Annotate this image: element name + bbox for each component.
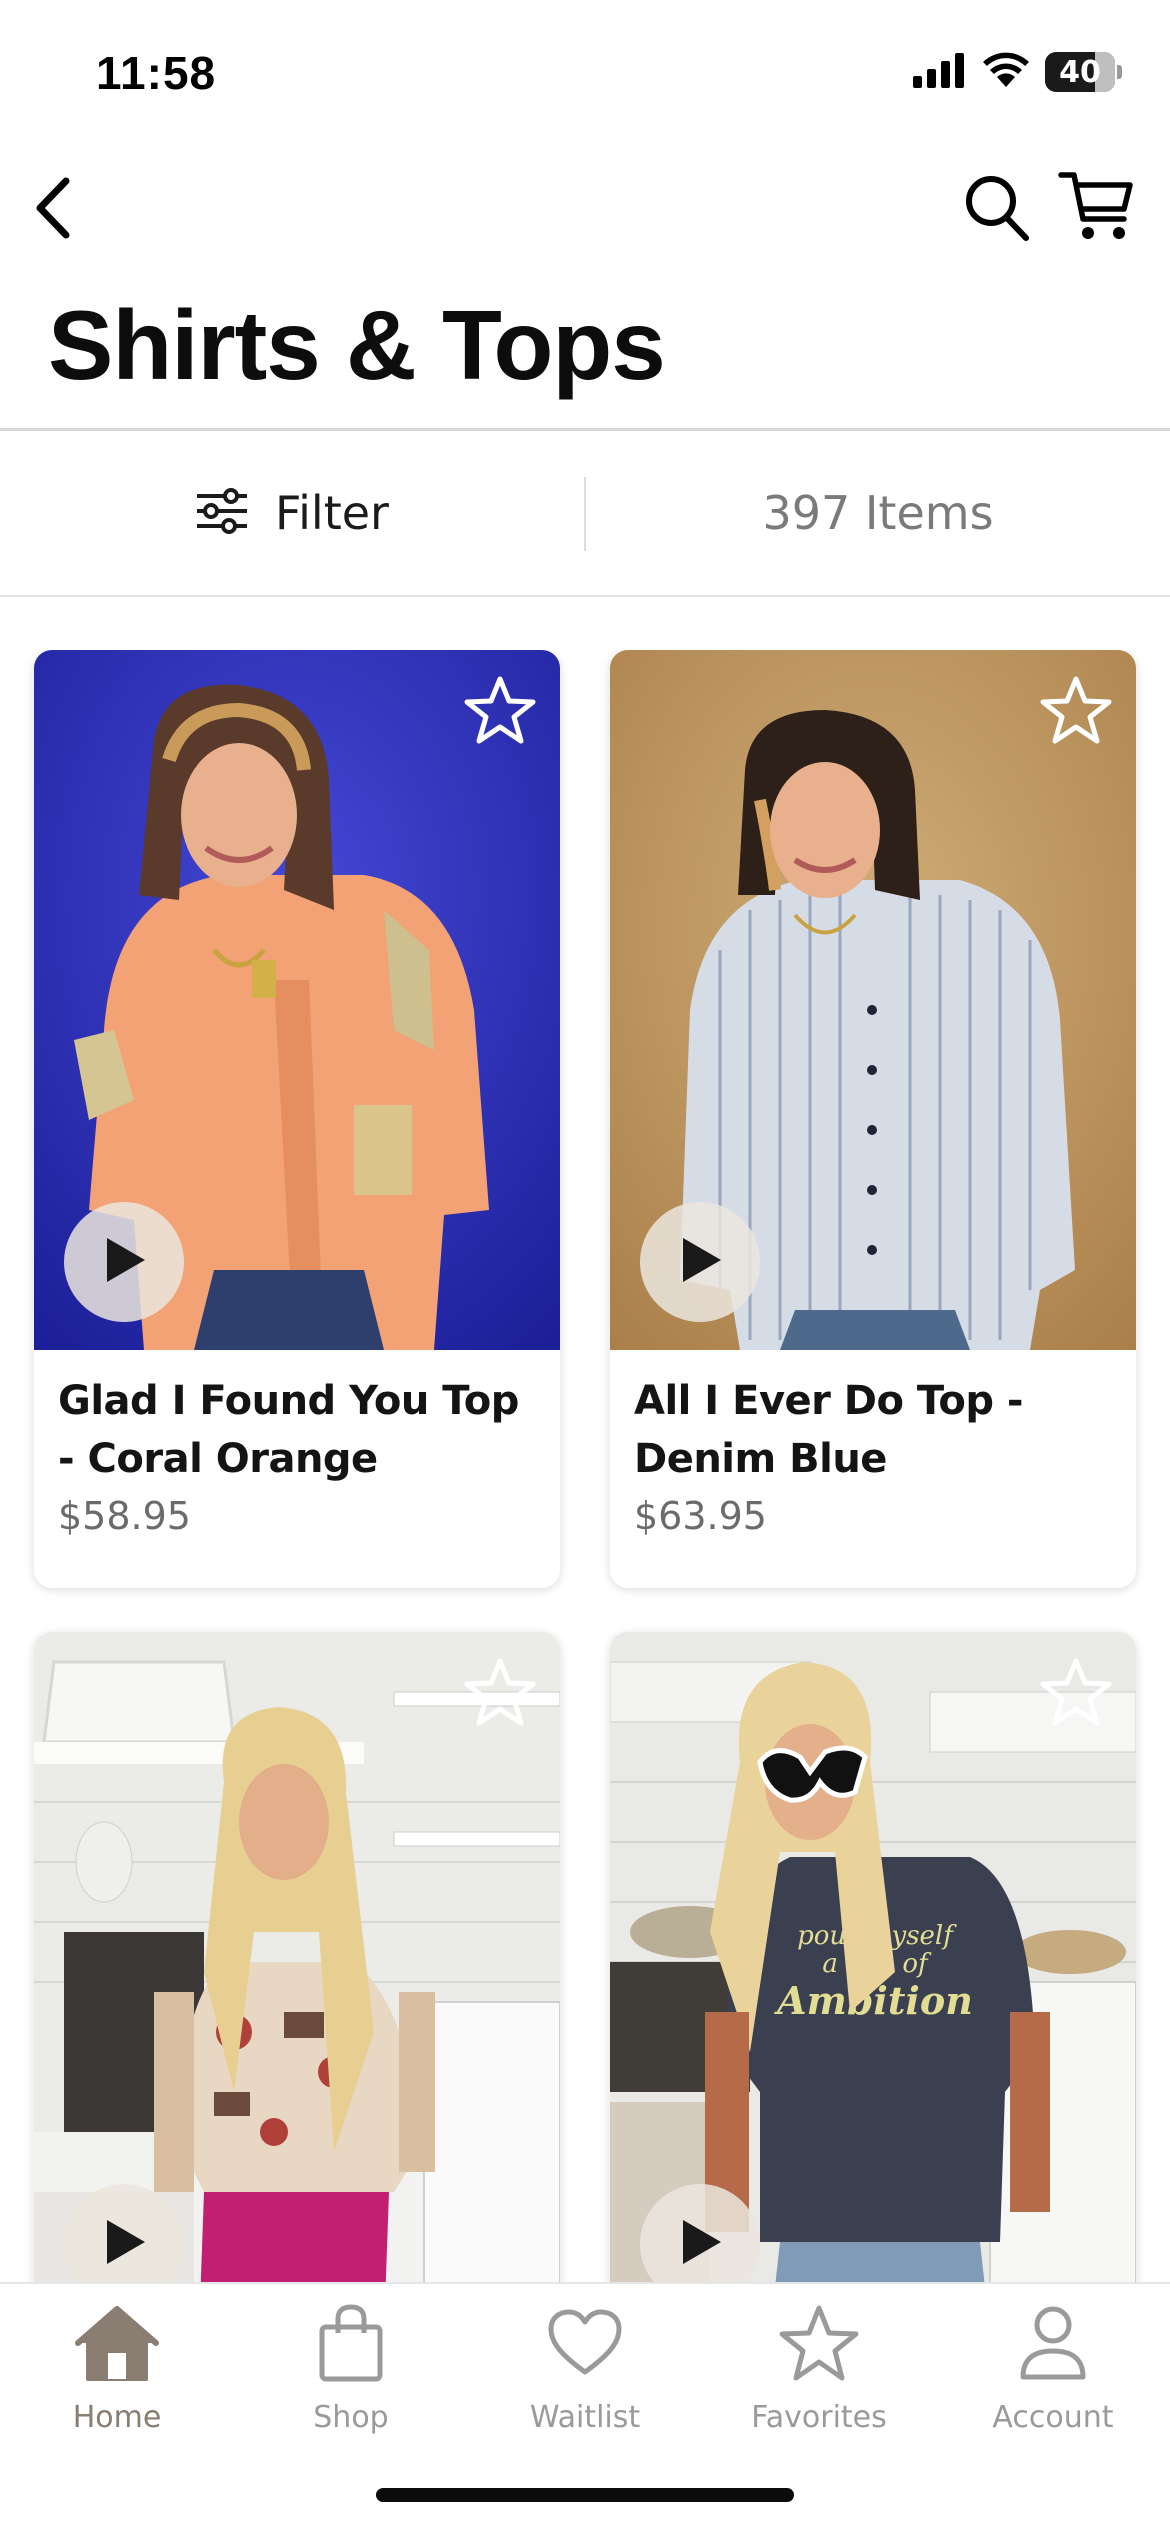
sliders-icon <box>195 487 249 539</box>
star-icon <box>774 2298 864 2388</box>
cellular-signal-icon <box>913 52 967 93</box>
play-icon <box>675 2216 725 2273</box>
star-icon <box>1040 1657 1112 1732</box>
search-button[interactable] <box>958 170 1036 250</box>
status-bar: 11:58 40 <box>0 0 1170 150</box>
battery-cap <box>1117 65 1122 79</box>
tab-label: Account <box>992 2400 1114 2435</box>
battery-icon: 40 <box>1045 52 1115 92</box>
play-video-button[interactable] <box>64 1202 184 1322</box>
search-icon <box>964 174 1030 247</box>
product-card[interactable] <box>34 1632 560 2282</box>
filter-button[interactable]: Filter <box>0 431 584 595</box>
product-card[interactable]: All I Ever Do Top - Denim Blue $63.95 <box>610 650 1136 1588</box>
shopping-bag-icon <box>306 2298 396 2388</box>
tab-account[interactable]: Account <box>936 2298 1170 2458</box>
play-video-button[interactable] <box>640 1202 760 1322</box>
divider <box>0 595 1170 597</box>
product-image[interactable]: pour myself a cup of Ambition <box>610 1632 1136 2282</box>
cart-icon <box>1058 169 1134 250</box>
status-time: 11:58 <box>96 47 217 99</box>
chevron-left-icon <box>32 177 72 244</box>
play-icon <box>99 1234 149 1291</box>
product-card[interactable]: pour myself a cup of Ambition <box>610 1632 1136 2282</box>
star-icon <box>464 675 536 750</box>
play-icon <box>675 1234 725 1291</box>
cart-button[interactable] <box>1054 164 1138 254</box>
back-button[interactable] <box>20 172 84 248</box>
items-count: 397 Items <box>762 486 994 540</box>
tab-waitlist[interactable]: Waitlist <box>468 2298 702 2458</box>
play-icon <box>99 2216 149 2273</box>
filter-label: Filter <box>275 486 389 540</box>
product-image[interactable] <box>34 650 560 1350</box>
home-icon <box>72 2298 162 2388</box>
product-price: $63.95 <box>634 1494 767 1538</box>
status-indicators: 40 <box>913 50 1122 94</box>
product-image[interactable] <box>34 1632 560 2282</box>
wifi-icon <box>981 51 1031 94</box>
page-title: Shirts & Tops <box>48 290 666 400</box>
tab-label: Shop <box>313 2400 389 2435</box>
tab-shop[interactable]: Shop <box>234 2298 468 2458</box>
product-image[interactable] <box>610 650 1136 1350</box>
heart-icon <box>540 2298 630 2388</box>
product-grid: Glad I Found You Top - Coral Orange $58.… <box>0 650 1170 2282</box>
tab-label: Favorites <box>751 2400 887 2435</box>
person-icon <box>1008 2298 1098 2388</box>
product-name[interactable]: All I Ever Do Top - Denim Blue <box>634 1372 1114 1488</box>
favorite-toggle[interactable] <box>464 676 536 748</box>
product-card[interactable]: Glad I Found You Top - Coral Orange $58.… <box>34 650 560 1588</box>
product-name[interactable]: Glad I Found You Top - Coral Orange <box>58 1372 538 1488</box>
home-indicator[interactable] <box>376 2488 794 2502</box>
favorite-toggle[interactable] <box>1040 1658 1112 1730</box>
navigation-bar <box>0 150 1170 270</box>
tab-favorites[interactable]: Favorites <box>702 2298 936 2458</box>
tab-label: Home <box>72 2400 162 2435</box>
star-icon <box>464 1657 536 1732</box>
battery-level: 40 <box>1059 54 1101 90</box>
tab-label: Waitlist <box>529 2400 641 2435</box>
favorite-toggle[interactable] <box>1040 676 1112 748</box>
favorite-toggle[interactable] <box>464 1658 536 1730</box>
product-price: $58.95 <box>58 1494 191 1538</box>
filter-row: Filter 397 Items <box>0 431 1170 595</box>
star-icon <box>1040 675 1112 750</box>
tab-home[interactable]: Home <box>0 2298 234 2458</box>
